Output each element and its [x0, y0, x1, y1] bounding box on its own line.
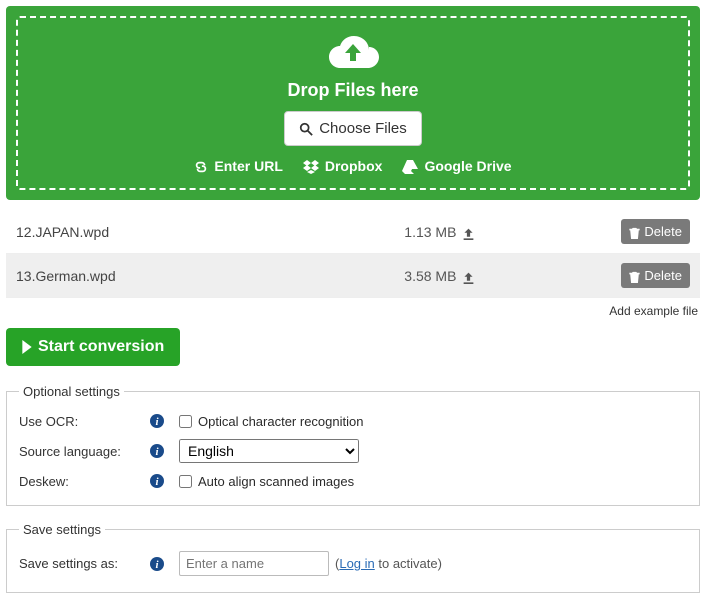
google-drive-icon: [402, 158, 418, 174]
deskew-label: Deskew:: [19, 474, 149, 489]
drop-zone-inner: Drop Files here Choose Files Enter URL D…: [16, 16, 690, 190]
chevron-right-icon: [22, 338, 32, 356]
file-size-cell: 3.58 MB: [236, 268, 615, 284]
file-name: 13.German.wpd: [16, 268, 236, 284]
language-row: Source language: i English: [19, 439, 687, 463]
file-size-cell: 1.13 MB: [236, 224, 615, 240]
language-label: Source language:: [19, 444, 149, 459]
dropbox-icon: [303, 158, 319, 174]
file-row: 13.German.wpd 3.58 MB Delete: [6, 254, 700, 298]
login-link[interactable]: Log in: [339, 556, 374, 571]
add-example-file-link[interactable]: Add example file: [6, 298, 700, 328]
optional-settings-fieldset: Optional settings Use OCR: i Optical cha…: [6, 384, 700, 506]
language-select[interactable]: English: [179, 439, 359, 463]
delete-button[interactable]: Delete: [621, 263, 690, 288]
dropbox-label: Dropbox: [325, 158, 383, 174]
ocr-checkbox[interactable]: [179, 415, 192, 428]
drop-zone[interactable]: Drop Files here Choose Files Enter URL D…: [6, 6, 700, 200]
choose-files-button[interactable]: Choose Files: [284, 111, 422, 146]
deskew-text: Auto align scanned images: [198, 474, 354, 489]
file-size: 1.13 MB: [404, 224, 456, 240]
source-row: Enter URL Dropbox Google Drive: [28, 158, 678, 174]
search-icon: [299, 120, 313, 137]
file-name: 12.JAPAN.wpd: [16, 224, 236, 240]
save-name-input[interactable]: [179, 551, 329, 576]
enter-url-label: Enter URL: [214, 158, 282, 174]
optional-settings-legend: Optional settings: [19, 384, 124, 399]
info-icon[interactable]: i: [149, 413, 179, 429]
save-as-row: Save settings as: i (Log in to activate): [19, 551, 687, 576]
ocr-row: Use OCR: i Optical character recognition: [19, 413, 687, 429]
file-row: 12.JAPAN.wpd 1.13 MB Delete: [6, 210, 700, 254]
info-icon[interactable]: i: [149, 556, 179, 572]
save-as-label: Save settings as:: [19, 556, 149, 571]
google-drive-label: Google Drive: [424, 158, 511, 174]
activate-text: (Log in to activate): [335, 556, 442, 571]
drop-title: Drop Files here: [28, 80, 678, 101]
choose-files-label: Choose Files: [319, 120, 407, 137]
trash-icon: [629, 224, 640, 239]
google-drive-button[interactable]: Google Drive: [402, 158, 511, 174]
link-icon: [194, 158, 208, 174]
start-conversion-button[interactable]: Start conversion: [6, 328, 180, 366]
delete-label: Delete: [644, 268, 682, 283]
save-settings-legend: Save settings: [19, 522, 105, 537]
trash-icon: [629, 268, 640, 283]
info-icon[interactable]: i: [149, 473, 179, 489]
upload-icon: [462, 224, 475, 240]
save-settings-fieldset: Save settings Save settings as: i (Log i…: [6, 522, 700, 593]
deskew-row: Deskew: i Auto align scanned images: [19, 473, 687, 489]
delete-button[interactable]: Delete: [621, 219, 690, 244]
start-conversion-label: Start conversion: [38, 338, 164, 356]
ocr-text: Optical character recognition: [198, 414, 363, 429]
dropbox-button[interactable]: Dropbox: [303, 158, 383, 174]
ocr-label: Use OCR:: [19, 414, 149, 429]
cloud-upload-icon: [327, 34, 379, 74]
file-size: 3.58 MB: [404, 268, 456, 284]
delete-label: Delete: [644, 224, 682, 239]
enter-url-button[interactable]: Enter URL: [194, 158, 282, 174]
deskew-checkbox[interactable]: [179, 475, 192, 488]
info-icon[interactable]: i: [149, 443, 179, 459]
upload-icon: [462, 268, 475, 284]
